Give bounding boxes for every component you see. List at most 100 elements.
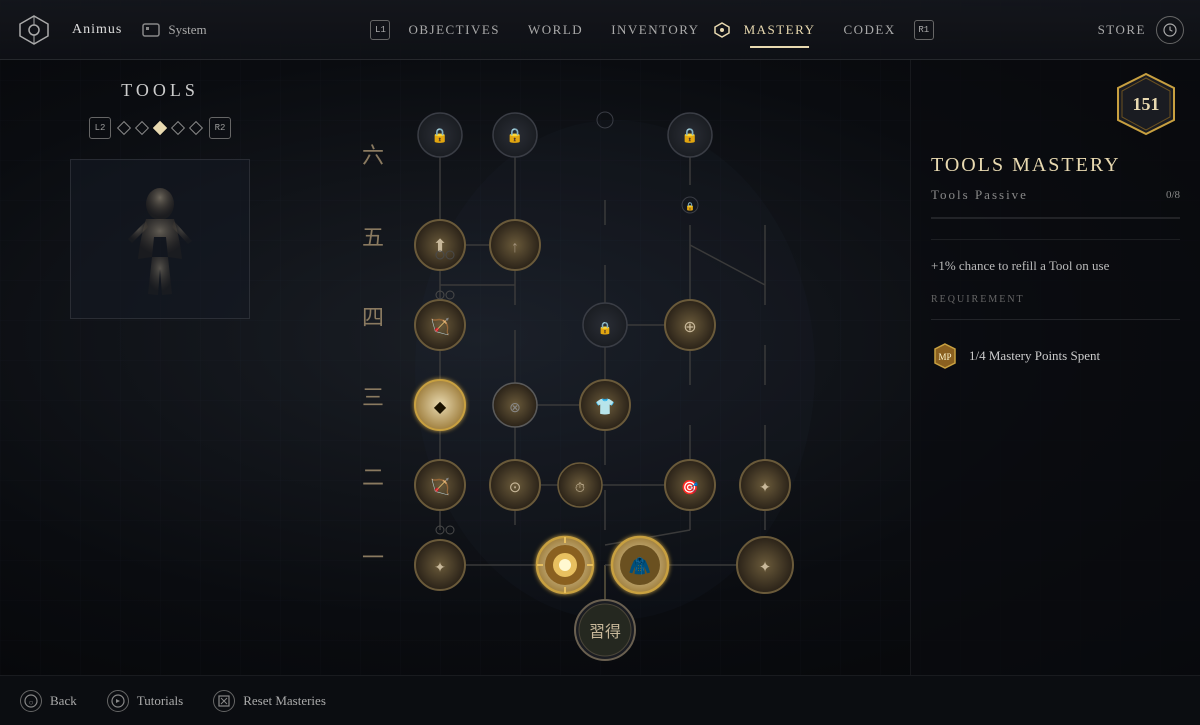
node-r1-c2[interactable]: 🧥 <box>612 537 668 593</box>
section-title: TOOLS <box>121 80 199 101</box>
tutorials-button[interactable]: Tutorials <box>107 690 183 712</box>
mastery-desc: +1% chance to refill a Tool on use <box>931 256 1180 276</box>
kanji-row3: 三 <box>362 385 384 410</box>
diamond-4 <box>171 121 185 135</box>
kanji-row2: 二 <box>362 465 384 490</box>
node-r6-a[interactable]: 🔒 <box>418 113 462 157</box>
character-figure <box>71 160 249 318</box>
back-icon: ○ <box>20 690 42 712</box>
back-label: Back <box>50 693 77 709</box>
brand-label: Animus <box>72 22 122 38</box>
node-r1-a[interactable]: ✦ <box>415 540 465 590</box>
tab-objectives[interactable]: Objectives <box>394 18 514 42</box>
req-hex-icon: MP <box>931 342 959 370</box>
r2-badge: R2 <box>209 117 231 139</box>
svg-text:↑: ↑ <box>511 239 519 256</box>
tab-mastery[interactable]: Mastery <box>730 18 830 42</box>
svg-text:🎯: 🎯 <box>681 479 699 496</box>
tab-inventory[interactable]: Inventory <box>597 18 713 42</box>
store-icon[interactable] <box>1156 16 1184 44</box>
back-button[interactable]: ○ Back <box>20 690 77 712</box>
svg-text:✦: ✦ <box>434 561 446 576</box>
svg-text:⊙: ⊙ <box>509 480 522 496</box>
node-r5-a[interactable]: ⬆ <box>415 220 465 270</box>
requirement-label: REQUIREMENT <box>931 294 1180 305</box>
right-panel: 151 Tools Mastery Tools Passive 0/8 +1% … <box>910 60 1200 675</box>
diamond-5 <box>189 121 203 135</box>
main-content: TOOLS L2 R2 <box>0 60 1200 675</box>
diamond-2 <box>135 121 149 135</box>
node-r6-b[interactable]: 🔒 <box>493 113 537 157</box>
kanji-row5: 五 <box>362 225 384 250</box>
learn-button[interactable]: 習得 <box>575 600 635 660</box>
svg-text:🧥: 🧥 <box>629 556 651 576</box>
svg-text:✦: ✦ <box>759 560 772 576</box>
tab-world[interactable]: World <box>514 18 597 42</box>
kanji-row6: 六 <box>362 143 384 168</box>
reset-label: Reset Masteries <box>243 693 326 709</box>
node-r2-b[interactable]: ⊙ <box>490 460 540 510</box>
node-r6-d[interactable]: 🔒 <box>668 113 712 157</box>
mastery-title: Tools Mastery <box>931 154 1180 177</box>
svg-text:🔒: 🔒 <box>681 128 698 144</box>
svg-text:🔒: 🔒 <box>598 321 613 335</box>
mastery-progress-label: 0/8 <box>1166 189 1180 201</box>
node-r4-a[interactable]: 🏹 <box>415 300 465 350</box>
l2-badge: L2 <box>89 117 111 139</box>
skill-tree-panel: 六 五 四 三 二 一 <box>320 60 910 675</box>
node-r3-b[interactable]: ⊗ <box>493 383 537 427</box>
svg-text:👕: 👕 <box>595 398 615 416</box>
mastery-divider <box>931 239 1180 240</box>
tutorials-label: Tutorials <box>137 693 183 709</box>
nav-right: Store <box>1098 16 1184 44</box>
diamond-1 <box>117 121 131 135</box>
top-nav: Animus System L1 Objectives World Invent… <box>0 0 1200 60</box>
node-r4-d[interactable]: ⊕ <box>665 300 715 350</box>
reset-icon <box>213 690 235 712</box>
tab-codex[interactable]: Codex <box>829 18 909 42</box>
diamond-3-filled <box>153 121 167 135</box>
svg-text:✦: ✦ <box>759 481 771 496</box>
svg-text:⏱: ⏱ <box>575 480 585 495</box>
r1-badge: R1 <box>914 20 934 40</box>
skill-tree-svg: 六 五 四 三 二 一 <box>320 70 910 665</box>
svg-text:🏹: 🏹 <box>430 317 450 336</box>
svg-text:MP: MP <box>938 352 951 362</box>
svg-text:⊗: ⊗ <box>509 401 521 416</box>
kanji-row1: 一 <box>362 545 384 570</box>
mastery-tab-icon <box>714 22 730 38</box>
reset-masteries-button[interactable]: Reset Masteries <box>213 690 326 712</box>
character-card <box>70 159 250 319</box>
node-r2-d[interactable]: 🎯 <box>665 460 715 510</box>
node-r2-c[interactable]: ⏱ <box>558 463 602 507</box>
nav-diamonds: L2 R2 <box>89 117 231 139</box>
nav-center: L1 Objectives World Inventory Mastery Co… <box>207 18 1098 42</box>
node-r1-e[interactable]: ✦ <box>737 537 793 593</box>
node-r4-c[interactable]: 🔒 <box>583 303 627 347</box>
system-nav[interactable]: System <box>142 22 206 38</box>
svg-text:🔒: 🔒 <box>506 128 523 144</box>
store-label[interactable]: Store <box>1098 22 1146 38</box>
bottom-bar: ○ Back Tutorials Reset Masteries <box>0 675 1200 725</box>
svg-text:⬆: ⬆ <box>432 236 447 256</box>
mastery-count: 151 <box>1133 94 1160 114</box>
node-r2-e[interactable]: ✦ <box>740 460 790 510</box>
node-r5-b[interactable]: ↑ <box>490 220 540 270</box>
mastery-progress-bar <box>931 217 1180 219</box>
svg-text:🏹: 🏹 <box>430 477 450 496</box>
system-label: System <box>168 22 206 38</box>
svg-text:🔒: 🔒 <box>685 202 695 211</box>
node-r2-a[interactable]: 🏹 <box>415 460 465 510</box>
svg-text:⊕: ⊕ <box>683 319 696 336</box>
node-r3-a[interactable]: ◆ <box>415 380 465 430</box>
mastery-subtitle: Tools Passive <box>931 187 1028 203</box>
animus-logo <box>16 12 52 48</box>
svg-text:🔒: 🔒 <box>431 128 448 144</box>
left-panel: TOOLS L2 R2 <box>0 60 320 675</box>
requirement-divider <box>931 319 1180 320</box>
svg-text:◆: ◆ <box>434 399 447 416</box>
svg-text:習得: 習得 <box>589 623 621 641</box>
kanji-row4: 四 <box>362 305 384 330</box>
node-r3-c[interactable]: 👕 <box>580 380 630 430</box>
node-r1-c1[interactable] <box>537 537 593 593</box>
